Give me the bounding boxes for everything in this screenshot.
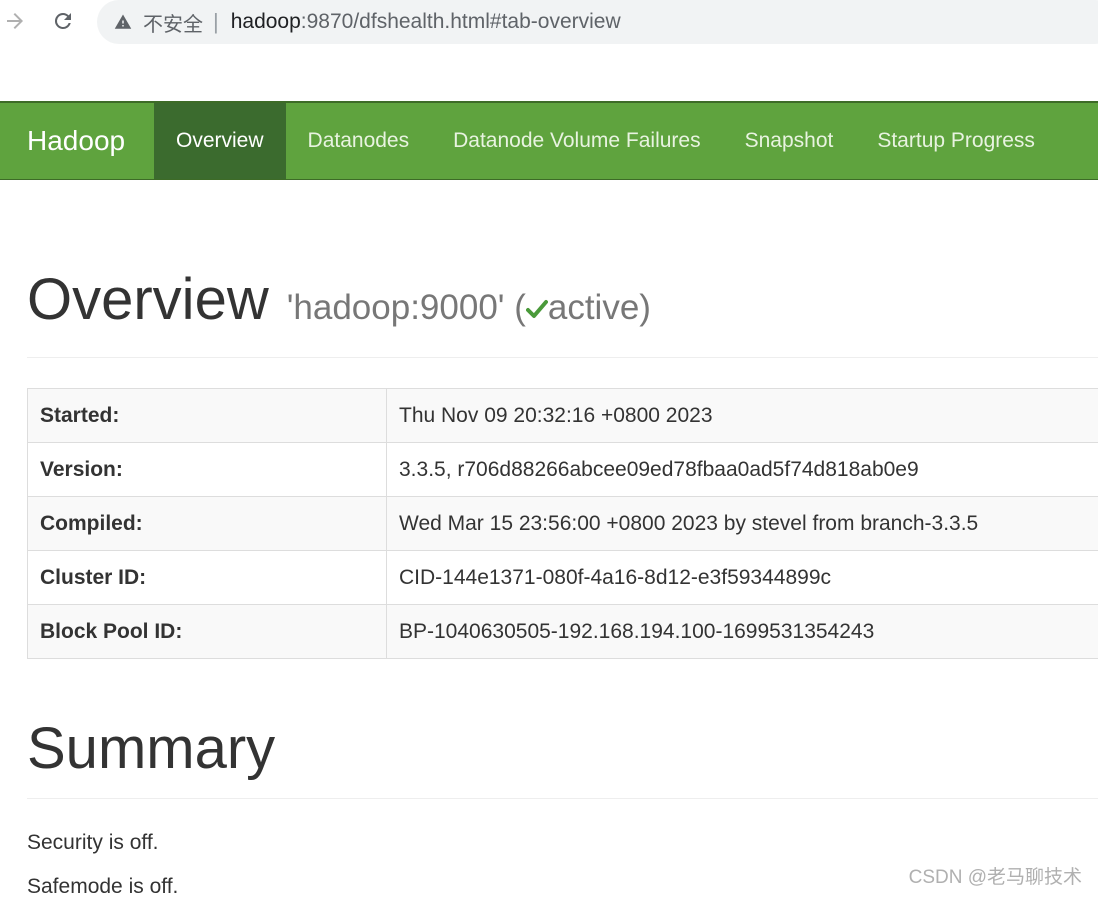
state-open-paren: ( — [514, 288, 526, 327]
nav-tab-datanodes[interactable]: Datanodes — [286, 103, 432, 179]
namenode-state: active) — [548, 288, 651, 327]
warning-icon[interactable] — [113, 12, 133, 32]
page-title: Overview — [27, 266, 269, 333]
nav-tab-snapshot[interactable]: Snapshot — [723, 103, 856, 179]
back-arrow-icon[interactable] — [0, 6, 30, 36]
table-row: Compiled: Wed Mar 15 23:56:00 +0800 2023… — [28, 497, 1098, 551]
check-icon — [526, 288, 548, 328]
namenode-subtitle: 'hadoop:9000' ( active) — [287, 288, 651, 328]
row-key: Version: — [28, 443, 387, 497]
summary-header: Summary — [27, 715, 1098, 799]
main-content: Overview 'hadoop:9000' ( active) Started:… — [27, 178, 1098, 899]
address-separator: | — [213, 9, 219, 35]
nav-tab-datanode-volume-failures[interactable]: Datanode Volume Failures — [431, 103, 722, 179]
row-key: Compiled: — [28, 497, 387, 551]
watermark: CSDN @老马聊技术 — [909, 862, 1082, 889]
browser-toolbar: 不安全 | hadoop:9870/dfshealth.html#tab-ove… — [0, 0, 1098, 46]
table-row: Started: Thu Nov 09 20:32:16 +0800 2023 — [28, 389, 1098, 443]
security-status: Security is off. — [27, 831, 1098, 855]
nav-tab-startup-progress[interactable]: Startup Progress — [855, 103, 1057, 179]
reload-icon[interactable] — [48, 6, 78, 36]
overview-info-table: Started: Thu Nov 09 20:32:16 +0800 2023 … — [27, 388, 1098, 659]
row-value: CID-144e1371-080f-4a16-8d12-e3f59344899c — [387, 551, 1098, 605]
table-row: Cluster ID: CID-144e1371-080f-4a16-8d12-… — [28, 551, 1098, 605]
namenode-address: 'hadoop:9000' — [287, 288, 505, 327]
row-key: Started: — [28, 389, 387, 443]
row-value: Wed Mar 15 23:56:00 +0800 2023 by stevel… — [387, 497, 1098, 551]
insecure-label[interactable]: 不安全 — [143, 8, 203, 37]
address-bar[interactable]: 不安全 | hadoop:9870/dfshealth.html#tab-ove… — [97, 0, 1098, 44]
row-value: BP-1040630505-192.168.194.100-1699531354… — [387, 605, 1098, 659]
hadoop-navbar: Hadoop Overview Datanodes Datanode Volum… — [0, 101, 1098, 180]
url-host[interactable]: hadoop — [231, 10, 301, 34]
row-value: 3.3.5, r706d88266abcee09ed78fbaa0ad5f74d… — [387, 443, 1098, 497]
url-path[interactable]: :9870/dfshealth.html#tab-overview — [301, 10, 621, 34]
row-value: Thu Nov 09 20:32:16 +0800 2023 — [387, 389, 1098, 443]
brand-link[interactable]: Hadoop — [0, 103, 154, 179]
table-row: Block Pool ID: BP-1040630505-192.168.194… — [28, 605, 1098, 659]
summary-title: Summary — [27, 715, 1098, 782]
row-key: Cluster ID: — [28, 551, 387, 605]
overview-header: Overview 'hadoop:9000' ( active) — [27, 266, 1098, 358]
row-key: Block Pool ID: — [28, 605, 387, 659]
nav-tab-overview[interactable]: Overview — [154, 103, 286, 179]
table-row: Version: 3.3.5, r706d88266abcee09ed78fba… — [28, 443, 1098, 497]
